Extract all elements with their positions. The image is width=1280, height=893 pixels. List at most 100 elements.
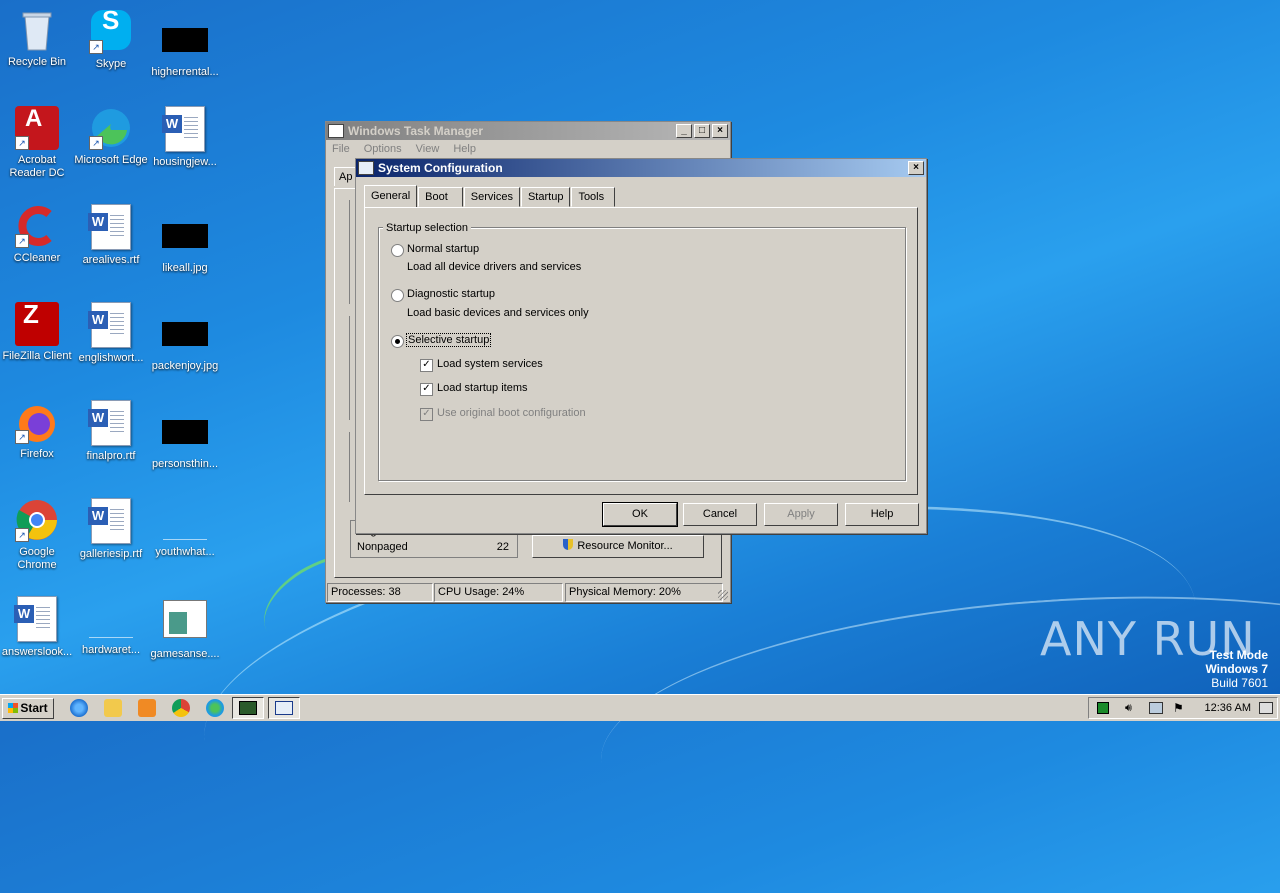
- clock[interactable]: 12:36 AM: [1205, 702, 1251, 714]
- network-icon[interactable]: [1149, 702, 1163, 714]
- load-startup-items-checkbox[interactable]: ✓: [420, 383, 433, 396]
- selective-startup-radio[interactable]: [391, 335, 404, 348]
- close-icon[interactable]: ×: [908, 161, 924, 175]
- desktop-icon-label: youthwhat...: [155, 546, 215, 558]
- desktop-icon-personsthin[interactable]: personsthin...: [148, 410, 222, 471]
- show-desktop-icon[interactable]: [1259, 702, 1273, 714]
- shortcut-arrow-icon: ↗: [15, 528, 29, 542]
- edge-icon[interactable]: [206, 699, 224, 717]
- desktop-icon-arealives[interactable]: W arealives.rtf: [74, 204, 148, 267]
- menu-help[interactable]: Help: [453, 143, 476, 155]
- desktop-icon-likeall[interactable]: likeall.jpg: [148, 214, 222, 275]
- task-manager-titlebar[interactable]: Windows Task Manager _ □ ×: [326, 122, 730, 140]
- shortcut-arrow-icon: ↗: [15, 136, 29, 150]
- desktop-icon-label: answerslook...: [1, 646, 73, 658]
- volume-icon[interactable]: 🔊︎: [1125, 702, 1132, 715]
- desktop-icon-youthwhat[interactable]: youthwhat...: [148, 498, 222, 559]
- apply-button: Apply: [764, 503, 838, 526]
- desktop-icon-englishwort[interactable]: W englishwort...: [74, 302, 148, 365]
- desktop-icon-ccleaner[interactable]: ↗ CCleaner: [0, 204, 74, 265]
- task-manager-icon: [328, 124, 344, 138]
- media-player-icon[interactable]: [138, 699, 156, 717]
- desktop-icon-filezilla[interactable]: Z FileZilla Client: [0, 301, 74, 363]
- resource-monitor-button[interactable]: Resource Monitor...: [532, 535, 704, 558]
- desktop-icon-edge[interactable]: ↗ Microsoft Edge: [74, 106, 148, 167]
- load-system-services-label[interactable]: Load system services: [437, 358, 543, 370]
- taskbar-task-manager[interactable]: [232, 697, 264, 719]
- word-document-icon: W: [14, 596, 57, 642]
- startup-selection-label: Startup selection: [383, 222, 471, 234]
- ok-button[interactable]: OK: [602, 502, 678, 527]
- normal-startup-description: Load all device drivers and services: [407, 261, 582, 273]
- tab-services[interactable]: Services: [463, 187, 520, 207]
- tab-boot[interactable]: Boot: [418, 187, 463, 207]
- desktop-icon-packenjoy[interactable]: packenjoy.jpg: [148, 312, 222, 373]
- desktop-icon-firefox[interactable]: ↗ Firefox: [0, 400, 74, 461]
- desktop-icon-label: higherrental...: [151, 66, 219, 78]
- menu-view[interactable]: View: [416, 143, 440, 155]
- load-startup-items-label[interactable]: Load startup items: [437, 382, 528, 394]
- shortcut-arrow-icon: ↗: [15, 234, 29, 248]
- desktop-icon-hardwaret[interactable]: hardwaret...: [74, 596, 148, 657]
- desktop-icon-housingjew[interactable]: W housingjew...: [148, 106, 222, 169]
- close-icon[interactable]: ×: [712, 124, 728, 138]
- use-original-boot-config-checkbox: ✓: [420, 408, 433, 421]
- chrome-icon[interactable]: [172, 699, 190, 717]
- normal-startup-label[interactable]: Normal startup: [407, 243, 479, 255]
- sysconfig-tabs: General Boot Services Startup Tools: [364, 185, 616, 207]
- image-thumbnail-icon: [162, 420, 208, 444]
- desktop-icon-chrome[interactable]: ↗ Google Chrome: [0, 498, 74, 572]
- desktop-icon-label: Firefox: [20, 448, 54, 460]
- ccleaner-icon: ↗: [15, 204, 59, 248]
- maximize-icon[interactable]: □: [694, 124, 710, 138]
- word-document-icon: W: [88, 302, 131, 348]
- desktop-icon-label: FileZilla Client: [2, 350, 72, 362]
- internet-explorer-icon[interactable]: [70, 699, 88, 717]
- desktop-icon-recycle-bin[interactable]: Recycle Bin: [0, 8, 74, 69]
- msconfig-icon: [275, 701, 293, 715]
- minimize-icon[interactable]: _: [676, 124, 692, 138]
- mem-value-nonpaged: 22: [496, 541, 509, 553]
- selective-startup-label[interactable]: Selective startup: [406, 333, 492, 347]
- resize-grip-icon[interactable]: [718, 590, 728, 600]
- desktop-icon-gamesanse[interactable]: gamesanse....: [148, 596, 222, 661]
- blank-file-icon: [89, 596, 133, 640]
- tab-general[interactable]: General: [364, 185, 418, 207]
- desktop-icon-label: personsthin...: [151, 458, 219, 470]
- normal-startup-radio[interactable]: [391, 244, 404, 257]
- start-button[interactable]: Start: [2, 698, 54, 719]
- diagnostic-startup-description: Load basic devices and services only: [407, 307, 589, 319]
- shortcut-arrow-icon: ↗: [89, 136, 103, 150]
- window-title: System Configuration: [378, 161, 503, 175]
- mem-label-nonpaged: Nonpaged: [357, 541, 408, 553]
- menu-bar: File Options View Help: [326, 140, 730, 158]
- desktop-icon-skype[interactable]: S ↗ Skype: [74, 7, 148, 71]
- menu-options[interactable]: Options: [364, 143, 402, 155]
- cancel-button[interactable]: Cancel: [683, 503, 757, 526]
- help-button[interactable]: Help: [845, 503, 919, 526]
- sysconfig-titlebar[interactable]: System Configuration ×: [356, 159, 926, 177]
- desktop-icon-higherrental[interactable]: higherrental...: [148, 18, 222, 79]
- desktop-icon-acrobat[interactable]: A ↗ Acrobat Reader DC: [0, 106, 74, 180]
- tab-applications[interactable]: Ap: [334, 167, 358, 186]
- image-file-icon: [163, 600, 207, 644]
- use-original-boot-config-label: Use original boot configuration: [437, 407, 586, 419]
- desktop-icon-label: englishwort...: [78, 352, 144, 364]
- taskbar: Start 🔊︎ ⚑ 12:36 AM: [0, 694, 1280, 721]
- tab-startup[interactable]: Startup: [520, 187, 571, 207]
- file-explorer-icon[interactable]: [104, 699, 122, 717]
- filezilla-icon: Z: [15, 301, 59, 346]
- taskbar-system-configuration[interactable]: [268, 697, 300, 719]
- tab-tools[interactable]: Tools: [571, 187, 616, 207]
- menu-file[interactable]: File: [332, 143, 350, 155]
- desktop-icon-finalpro[interactable]: W finalpro.rtf: [74, 400, 148, 463]
- load-system-services-checkbox[interactable]: ✓: [420, 359, 433, 372]
- desktop-icon-galleriesip[interactable]: W galleriesip.rtf: [74, 498, 148, 561]
- diagnostic-startup-radio[interactable]: [391, 289, 404, 302]
- diagnostic-startup-label[interactable]: Diagnostic startup: [407, 288, 495, 300]
- watermark-line: Build 7601: [1211, 676, 1268, 690]
- network-status-icon[interactable]: [1097, 702, 1109, 714]
- desktop-icon-answerslook[interactable]: W answerslook...: [0, 596, 74, 659]
- action-center-flag-icon[interactable]: ⚑: [1173, 701, 1184, 715]
- window-title: Windows Task Manager: [348, 124, 484, 138]
